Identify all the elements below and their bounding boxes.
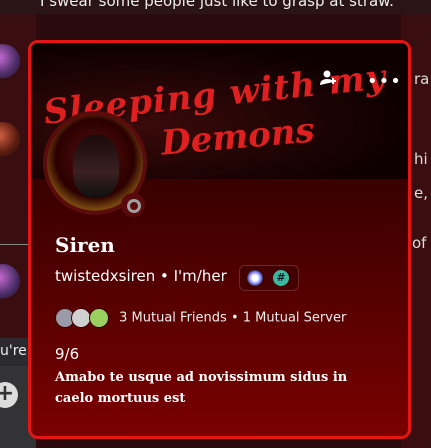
chat-message-top: I swear some people just like to grasp a…	[0, 0, 431, 14]
profile-popout: Sleeping with my Demons ••• Siren twiste…	[28, 40, 411, 439]
username[interactable]: twistedxsiren	[55, 267, 155, 285]
bio-text: Amabo te usque ad novissimum sidus in ca…	[55, 370, 348, 406]
username-row: twistedxsiren • I'm/her	[55, 267, 227, 285]
hashtag-badge-icon[interactable]: #	[273, 270, 289, 286]
avatar-image	[73, 135, 119, 197]
chat-text-fragment: hi	[414, 150, 428, 168]
pronouns: I'm/her	[173, 267, 227, 285]
chat-text-fragment: ra	[414, 70, 430, 88]
bio-line-date: 9/6	[55, 345, 80, 363]
more-options-icon[interactable]: •••	[367, 69, 401, 95]
badge-container: #	[239, 265, 299, 291]
divider	[0, 244, 30, 245]
mutual-friend-avatar	[89, 308, 109, 328]
nitro-badge-icon[interactable]	[247, 270, 263, 286]
separator-dot: •	[230, 310, 239, 326]
mutuals-row: 3 Mutual Friends • 1 Mutual Server	[55, 308, 346, 328]
chat-text-fragment: of	[412, 234, 427, 252]
chat-message-text: I swear some people just like to grasp a…	[40, 0, 394, 10]
mutual-friends-link[interactable]: 3 Mutual Friends	[119, 311, 227, 326]
display-name: Siren	[55, 233, 115, 257]
mutual-friends-avatars[interactable]	[55, 308, 111, 328]
chat-text-fragment-label: u're	[0, 343, 27, 359]
mutual-friend-avatar	[71, 308, 91, 328]
chat-text-fragment: e,	[414, 184, 428, 202]
mutual-servers-link[interactable]: 1 Mutual Server	[243, 311, 347, 326]
separator-dot: •	[159, 267, 169, 285]
add-friend-icon[interactable]	[315, 69, 341, 95]
idle-status-icon	[121, 193, 145, 217]
